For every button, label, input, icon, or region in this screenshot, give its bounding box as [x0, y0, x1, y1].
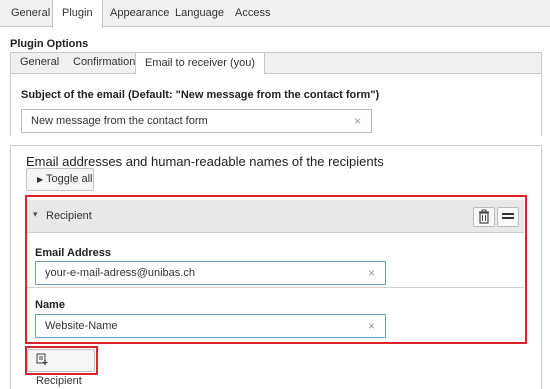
section-title: Plugin Options [10, 38, 89, 50]
recipient-highlight [25, 195, 527, 344]
tab-access[interactable]: Access [226, 0, 279, 27]
play-icon: ▶ [37, 175, 44, 184]
tab-general[interactable]: General [2, 0, 59, 27]
toggle-all-button[interactable]: ▶ Toggle all [26, 168, 94, 191]
tab-plugin[interactable]: Plugin [52, 0, 103, 28]
add-recipient-label: Recipient [36, 375, 82, 387]
subject-value: New message from the contact form [31, 115, 208, 127]
subtab-general[interactable]: General [11, 52, 68, 74]
top-tab-bar: General Plugin Appearance Language Acces… [0, 0, 550, 28]
add-recipient-highlight [25, 346, 98, 375]
sub-tab-bar: General Confirmation Email to receiver (… [10, 52, 542, 75]
subtab-email-to-receiver[interactable]: Email to receiver (you) [135, 52, 266, 75]
subtab-confirmation[interactable]: Confirmation [64, 52, 144, 74]
clear-subject-icon[interactable]: × [354, 110, 361, 132]
recipients-title: Email addresses and human-readable names… [26, 154, 384, 169]
subject-label: Subject of the email (Default: "New mess… [21, 89, 380, 101]
subject-input[interactable]: New message from the contact form × [21, 109, 372, 133]
toggle-all-label: Toggle all [46, 173, 93, 185]
tab-language[interactable]: Language [166, 0, 233, 27]
